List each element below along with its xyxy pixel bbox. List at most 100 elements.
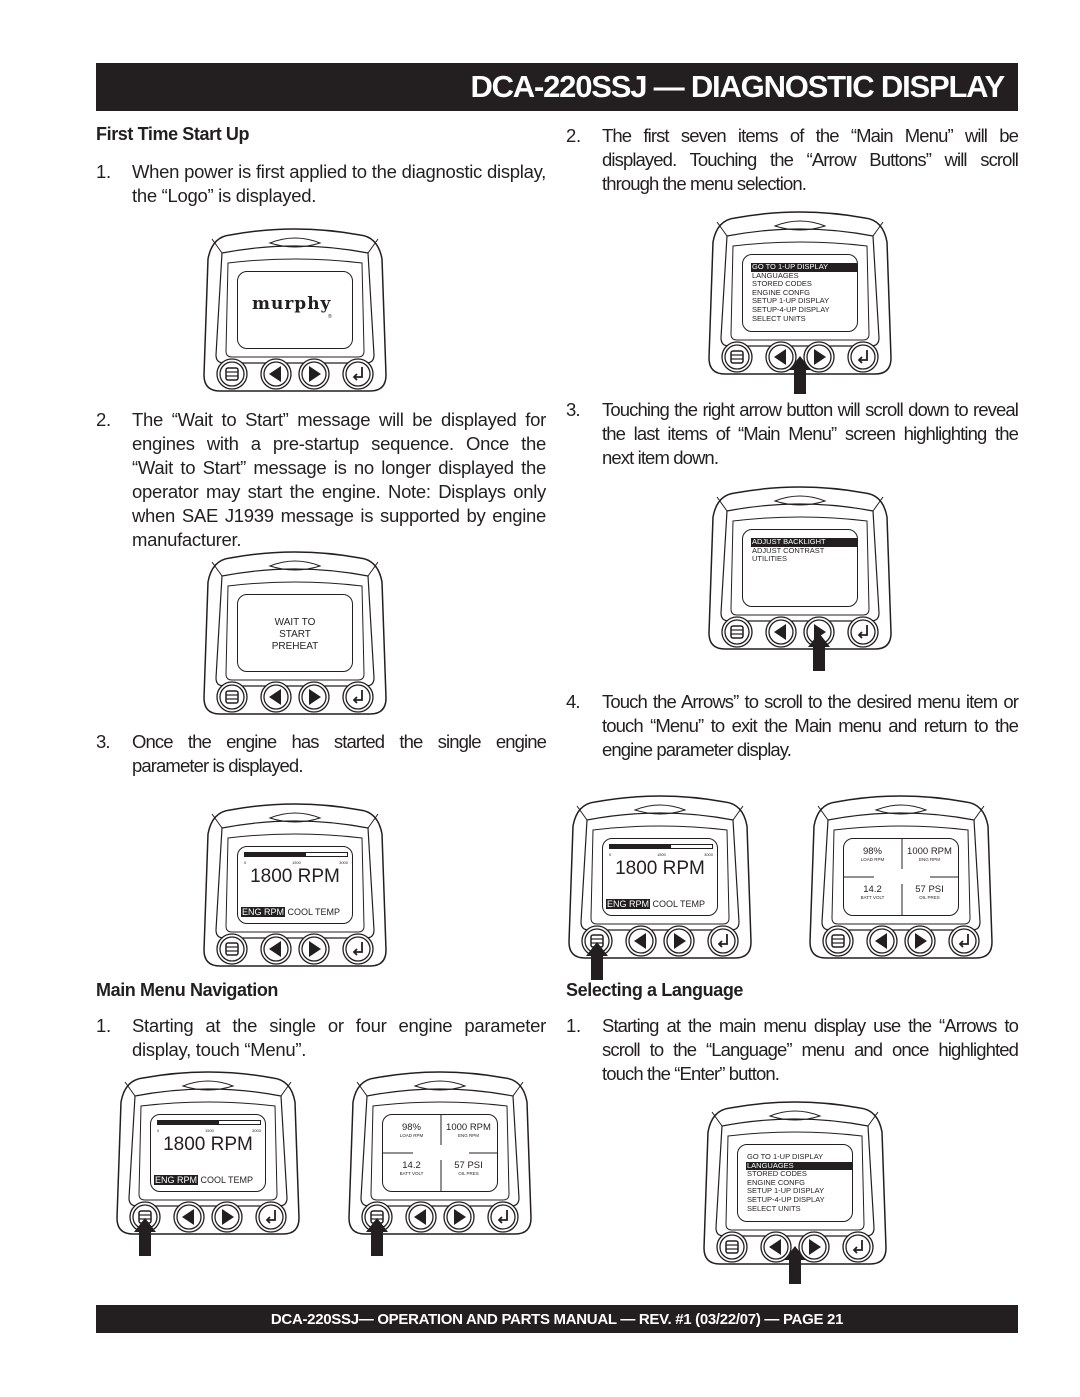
enter-button[interactable] xyxy=(341,932,375,966)
display-screen: GO TO 1-UP DISPLAY LANGUAGES STORED CODES E… xyxy=(737,1144,853,1222)
left-arrow-button[interactable] xyxy=(865,924,899,958)
menu-button[interactable] xyxy=(215,680,249,714)
rpm-bar-fill xyxy=(157,1120,220,1125)
menu-item[interactable]: UTILITIES xyxy=(751,555,857,564)
device-main-menu-end: ADJUST BACKLIGHT ADJUST CONTRAST UTILITIES xyxy=(705,483,895,671)
device-four-up: 98% LOAD RPM 1000 RPM ENG RPM 14.2 BATT … xyxy=(806,792,996,962)
section-heading-main-menu: Main Menu Navigation xyxy=(96,980,279,1000)
left-arrow-button[interactable] xyxy=(764,615,798,649)
param-cell: 98% LOAD RPM xyxy=(860,846,885,863)
param-other: COOL TEMP xyxy=(200,1175,254,1185)
right-arrow-button[interactable] xyxy=(662,924,696,958)
step-startup-2: 2. The “Wait to Start” message will be d… xyxy=(96,409,546,550)
pointer-arrow-icon xyxy=(808,633,830,671)
param-selected: ENG RPM xyxy=(154,1175,199,1185)
menu-list: ADJUST BACKLIGHT ADJUST CONTRAST UTILITIES xyxy=(751,537,857,564)
pointer-arrow-icon xyxy=(784,1246,806,1284)
right-arrow-button[interactable] xyxy=(210,1200,244,1234)
param-cell: 14.2 BATT VOLT xyxy=(399,1160,424,1177)
enter-button[interactable] xyxy=(841,1230,875,1264)
left-arrow-button[interactable] xyxy=(172,1200,206,1234)
param-cell: 14.2 BATT VOLT xyxy=(860,884,885,901)
display-screen: 98% LOAD RPM 1000 RPM ENG RPM 14.2 BATT … xyxy=(382,1114,498,1192)
menu-item[interactable]: SELECT UNITS xyxy=(746,1204,852,1214)
device-language-menu: GO TO 1-UP DISPLAY LANGUAGES STORED CODES E… xyxy=(700,1098,890,1284)
enter-button[interactable] xyxy=(486,1200,520,1234)
menu-button[interactable] xyxy=(215,932,249,966)
param-selected: ENG RPM xyxy=(241,907,286,917)
wait-message: WAIT TO START PREHEAT xyxy=(271,617,319,652)
enter-button[interactable] xyxy=(254,1200,288,1234)
footer-text: DCA-220SSJ— OPERATION AND PARTS MANUAL —… xyxy=(270,1310,844,1328)
menu-item[interactable]: SELECT UNITS xyxy=(751,314,857,324)
step-startup-1: 1. When power is first applied to the di… xyxy=(96,161,546,206)
display-screen: WAIT TO START PREHEAT xyxy=(237,594,353,672)
param-cell: 1000 RPM ENG RPM xyxy=(907,846,952,863)
device-wait-screen: WAIT TO START PREHEAT xyxy=(200,548,390,718)
display-screen: 0 1500 3000 1800 RPM ENG RPM COOL TEMP xyxy=(237,846,353,924)
param-other: COOL TEMP xyxy=(287,907,341,917)
page-title: DCA-220SSJ — DIAGNOSTIC DISPLAY xyxy=(470,69,1005,104)
page-footer: DCA-220SSJ— OPERATION AND PARTS MANUAL —… xyxy=(96,1305,1018,1333)
menu-button[interactable] xyxy=(215,357,249,391)
enter-button[interactable] xyxy=(706,924,740,958)
param-tabs: ENG RPM COOL TEMP xyxy=(241,907,340,917)
right-arrow-button[interactable] xyxy=(442,1200,476,1234)
pointer-arrow-icon xyxy=(789,356,811,394)
enter-button[interactable] xyxy=(341,357,375,391)
page-header: DCA-220SSJ — DIAGNOSTIC DISPLAY xyxy=(96,63,1018,111)
display-screen: 0 1500 3000 1800 RPM ENG RPM COOL TEMP xyxy=(602,838,718,916)
display-screen: murphy ® xyxy=(237,271,353,349)
device-main-menu: GO TO 1-UP DISPLAY LANGUAGES STORED CODES E… xyxy=(705,208,895,394)
rpm-bar-fill xyxy=(244,852,307,857)
enter-button[interactable] xyxy=(846,340,880,374)
device-four-up-menu: 98% LOAD RPM 1000 RPM ENG RPM 14.2 BATT … xyxy=(345,1068,535,1256)
step-right-2: 2. The first seven items of the “Main Me… xyxy=(566,125,1019,194)
section-heading-first-time: First Time Start Up xyxy=(96,124,250,144)
menu-list: GO TO 1-UP DISPLAY LANGUAGES STORED CODES E… xyxy=(746,1152,852,1214)
device-single-param-2: 0 1500 3000 1800 RPM ENG RPM COOL TEMP xyxy=(565,792,755,980)
menu-button[interactable] xyxy=(720,340,754,374)
murphy-logo: murphy xyxy=(252,294,332,314)
menu-button[interactable] xyxy=(715,1230,749,1264)
step-nav-1: 1. Starting at the single or four engine… xyxy=(96,1015,546,1060)
display-screen: GO TO 1-UP DISPLAY LANGUAGES STORED CODES E… xyxy=(742,254,858,332)
param-selected: ENG RPM xyxy=(606,899,651,909)
left-arrow-button[interactable] xyxy=(259,357,293,391)
left-arrow-button[interactable] xyxy=(404,1200,438,1234)
device-single-param-menu: 0 1500 3000 1800 RPM ENG RPM COOL TEMP xyxy=(113,1068,303,1256)
enter-button[interactable] xyxy=(947,924,981,958)
pointer-arrow-icon xyxy=(134,1218,156,1256)
menu-button[interactable] xyxy=(720,615,754,649)
display-screen: ADJUST BACKLIGHT ADJUST CONTRAST UTILITIES xyxy=(742,529,858,607)
pointer-arrow-icon xyxy=(366,1218,388,1256)
enter-button[interactable] xyxy=(341,680,375,714)
param-cell: 1000 RPM ENG RPM xyxy=(446,1122,491,1139)
left-arrow-button[interactable] xyxy=(259,932,293,966)
param-tabs: ENG RPM COOL TEMP xyxy=(606,899,705,909)
step-lang-1: 1. Starting at the main menu display use… xyxy=(566,1015,1019,1084)
right-arrow-button[interactable] xyxy=(297,932,331,966)
left-arrow-button[interactable] xyxy=(624,924,658,958)
rpm-value: 1800 RPM xyxy=(615,858,705,879)
right-arrow-button[interactable] xyxy=(297,680,331,714)
right-arrow-button[interactable] xyxy=(297,357,331,391)
rpm-bar-gauge: 0 1500 3000 xyxy=(609,844,713,858)
rpm-value: 1800 RPM xyxy=(163,1134,253,1155)
rpm-value: 1800 RPM xyxy=(250,866,340,887)
rpm-bar-fill xyxy=(609,844,672,849)
param-cell: 57 PSI OIL PRES xyxy=(454,1160,483,1177)
section-heading-language: Selecting a Language xyxy=(566,980,744,1000)
param-other: COOL TEMP xyxy=(652,899,706,909)
left-arrow-button[interactable] xyxy=(259,680,293,714)
menu-button[interactable] xyxy=(821,924,855,958)
menu-list: GO TO 1-UP DISPLAY LANGUAGES STORED CODES E… xyxy=(751,262,857,324)
device-logo-screen: murphy ® xyxy=(200,225,390,395)
right-arrow-button[interactable] xyxy=(903,924,937,958)
param-tabs: ENG RPM COOL TEMP xyxy=(154,1175,253,1185)
param-cell: 57 PSI OIL PRES xyxy=(915,884,944,901)
step-startup-3: 3. Once the engine has started the singl… xyxy=(96,731,547,776)
device-single-param: 0 1500 3000 1800 RPM ENG RPM COOL TEMP xyxy=(200,800,390,970)
display-screen: 0 1500 3000 1800 RPM ENG RPM COOL TEMP xyxy=(150,1114,266,1192)
enter-button[interactable] xyxy=(846,615,880,649)
